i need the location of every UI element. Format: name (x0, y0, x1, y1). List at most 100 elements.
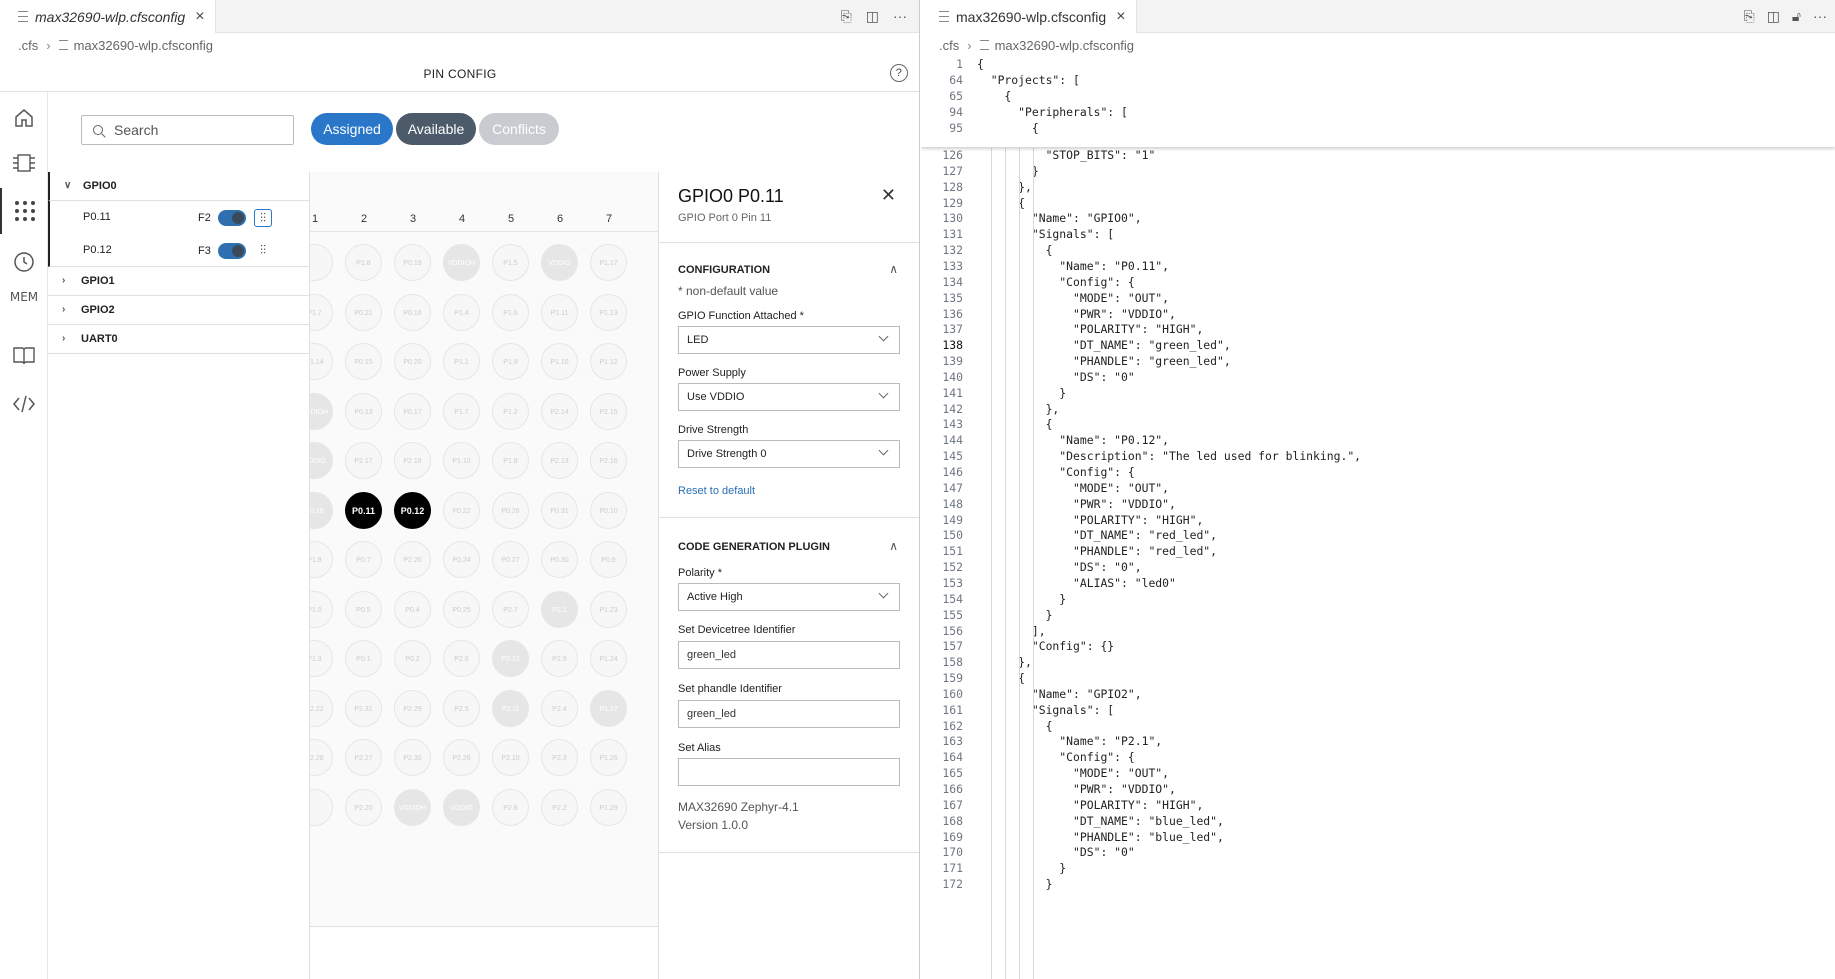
reset-default-link[interactable]: Reset to default (678, 485, 755, 497)
close-icon[interactable]: × (1116, 8, 1125, 26)
pin-cell[interactable]: P0.15 (345, 343, 382, 380)
code-line[interactable]: "POLARITY": "HIGH", (977, 513, 1203, 527)
split-editor-icon[interactable]: ◫ (866, 8, 879, 25)
code-line[interactable]: { (977, 243, 1053, 257)
pin-cell[interactable]: P1.7 (310, 293, 333, 331)
pin-cell[interactable]: P1.13 (590, 293, 627, 331)
tree-group-gpio1[interactable]: › GPIO1 (48, 267, 309, 296)
pin-cell[interactable]: P1.26 (590, 739, 627, 776)
code-line[interactable]: "PHANDLE": "red_led", (977, 544, 1217, 558)
pin-cell[interactable]: P0.30 (541, 541, 578, 578)
pin-cell[interactable]: P1.5 (492, 244, 529, 281)
code-area[interactable]: 1 {64 "Projects": [65 {94 "Peripherals": … (921, 57, 1835, 979)
configuration-header[interactable]: CONFIGURATION (678, 264, 770, 276)
pin-cell[interactable]: P2.14 (541, 392, 578, 430)
code-line[interactable]: "Config": { (977, 465, 1134, 479)
pin-cell[interactable]: P2.26 (443, 739, 480, 776)
pin-cell[interactable]: P2.9 (541, 640, 578, 677)
pin-cell[interactable]: P2.31 (345, 689, 382, 727)
code-icon[interactable] (0, 382, 48, 419)
pin-cell[interactable] (310, 788, 333, 826)
codegen-header[interactable]: CODE GENERATION PLUGIN (678, 541, 830, 553)
open-source-icon[interactable]: ⎘ (841, 8, 852, 25)
pin-cell[interactable]: P2.20 (345, 788, 382, 826)
more-actions-icon[interactable]: ··· (1813, 8, 1827, 25)
pin-cell[interactable]: P0.18 (310, 491, 333, 529)
pin-cell[interactable]: P1.14 (310, 343, 333, 380)
pin-cell[interactable]: P0.25 (443, 590, 480, 628)
dt-identifier-input[interactable]: green_led (678, 641, 900, 669)
pin-cell[interactable]: P1.16 (541, 343, 578, 380)
lock-icon[interactable]: 🔓︎ (1792, 8, 1801, 25)
code-line[interactable]: "PWR": "VDDIO", (977, 497, 1176, 511)
code-line[interactable]: "Config": { (977, 275, 1134, 289)
pin-cell[interactable]: P0.20 (394, 343, 431, 380)
filter-assigned-button[interactable]: Assigned (311, 113, 393, 145)
code-line[interactable]: { (977, 417, 1053, 431)
tree-group-gpio0[interactable]: ∨ GPIO0 (48, 172, 309, 201)
tree-group-gpio2[interactable]: › GPIO2 (48, 296, 309, 325)
pin-cell[interactable]: P2.17 (345, 442, 382, 479)
code-line[interactable]: "PHANDLE": "green_led", (977, 354, 1231, 368)
pin-cell[interactable]: VDDIOH (443, 244, 480, 281)
code-line[interactable]: "DS": "0" (977, 845, 1135, 859)
code-line[interactable]: "DT_NAME": "green_led", (977, 338, 1231, 352)
code-line[interactable]: "ALIAS": "led0" (977, 576, 1176, 590)
power-select[interactable]: Use VDDIO (678, 383, 900, 411)
filter-conflicts-button[interactable]: Conflicts (479, 113, 559, 145)
tab-cfsconfig-text[interactable]: max32690-wlp.cfsconfig × (921, 0, 1137, 33)
pin-cell[interactable]: P1.8 (310, 541, 333, 578)
close-icon[interactable]: × (195, 8, 204, 26)
alias-input[interactable] (678, 758, 900, 786)
search-input[interactable]: Search (81, 115, 294, 145)
breadcrumb-folder[interactable]: .cfs (939, 38, 959, 53)
pin-cell[interactable]: P2.3 (541, 739, 578, 776)
code-line[interactable]: "Signals": [ (977, 227, 1114, 241)
pin-cell[interactable]: P0.17 (394, 392, 431, 430)
pin-cell[interactable]: P2.4 (541, 689, 578, 727)
pin-cell[interactable]: P1.23 (590, 590, 627, 628)
pin-cell[interactable]: P2.11 (492, 689, 529, 727)
code-line[interactable]: "Name": "GPIO0", (977, 211, 1142, 225)
pin-cell[interactable]: P0.11 (345, 491, 382, 529)
code-line[interactable]: "Config": { (977, 750, 1134, 764)
pin-cell[interactable] (310, 244, 333, 281)
pin-cell[interactable]: VDDIO (541, 244, 578, 281)
pin-cell[interactable]: P0.13 (345, 392, 382, 430)
pin-cell[interactable]: P2.29 (394, 689, 431, 727)
help-icon[interactable]: ? (890, 64, 908, 82)
pin-cell[interactable]: P1.1 (443, 343, 480, 380)
pin-cell[interactable]: P1.10 (443, 442, 480, 479)
breadcrumb-folder[interactable]: .cfs (18, 38, 38, 53)
code-line[interactable]: "POLARITY": "HIGH", (977, 798, 1203, 812)
code-line[interactable]: "PWR": "VDDIO", (977, 782, 1176, 796)
code-line[interactable]: "DT_NAME": "blue_led", (977, 814, 1224, 828)
pin-cell[interactable]: P0.21 (345, 293, 382, 331)
pin-cell[interactable]: P0.4 (394, 590, 431, 628)
pin-cell[interactable]: P0.5 (345, 590, 382, 628)
code-line[interactable]: } (977, 608, 1053, 622)
pin-cell[interactable]: P0.16 (394, 293, 431, 331)
pin-config-icon[interactable] (0, 188, 48, 234)
pin-cell[interactable]: P0.10 (590, 491, 627, 529)
code-line[interactable]: "STOP_BITS": "1" (977, 148, 1156, 162)
pin-cell[interactable]: P1.8 (492, 442, 529, 479)
code-line[interactable]: "Description": "The led used for blinkin… (977, 449, 1361, 463)
pin-enable-toggle[interactable] (218, 243, 246, 259)
tree-pin-p0-12[interactable]: P0.12 F3 ⫶⫶ (48, 234, 309, 267)
pin-cell[interactable]: P0.9 (590, 541, 627, 578)
polarity-select[interactable]: Active High (678, 583, 900, 611)
pin-cell[interactable]: P2.5 (443, 689, 480, 727)
pin-cell[interactable]: P0.12 (394, 491, 431, 529)
pin-cell[interactable]: P2.15 (590, 392, 627, 430)
code-line[interactable]: "POLARITY": "HIGH", (977, 322, 1203, 336)
pin-cell[interactable]: VDDIOH (310, 392, 333, 430)
code-line[interactable]: "Config": {} (977, 639, 1114, 653)
pin-cell[interactable]: P2.1 (541, 590, 578, 628)
pin-cell[interactable]: P0.31 (541, 491, 578, 529)
pin-cell[interactable]: P0.22 (443, 491, 480, 529)
pin-cell[interactable]: P0.7 (345, 541, 382, 578)
code-line[interactable]: } (977, 164, 1039, 178)
pin-cell[interactable]: P1.0 (310, 590, 333, 628)
pin-cell[interactable]: P2.27 (345, 739, 382, 776)
